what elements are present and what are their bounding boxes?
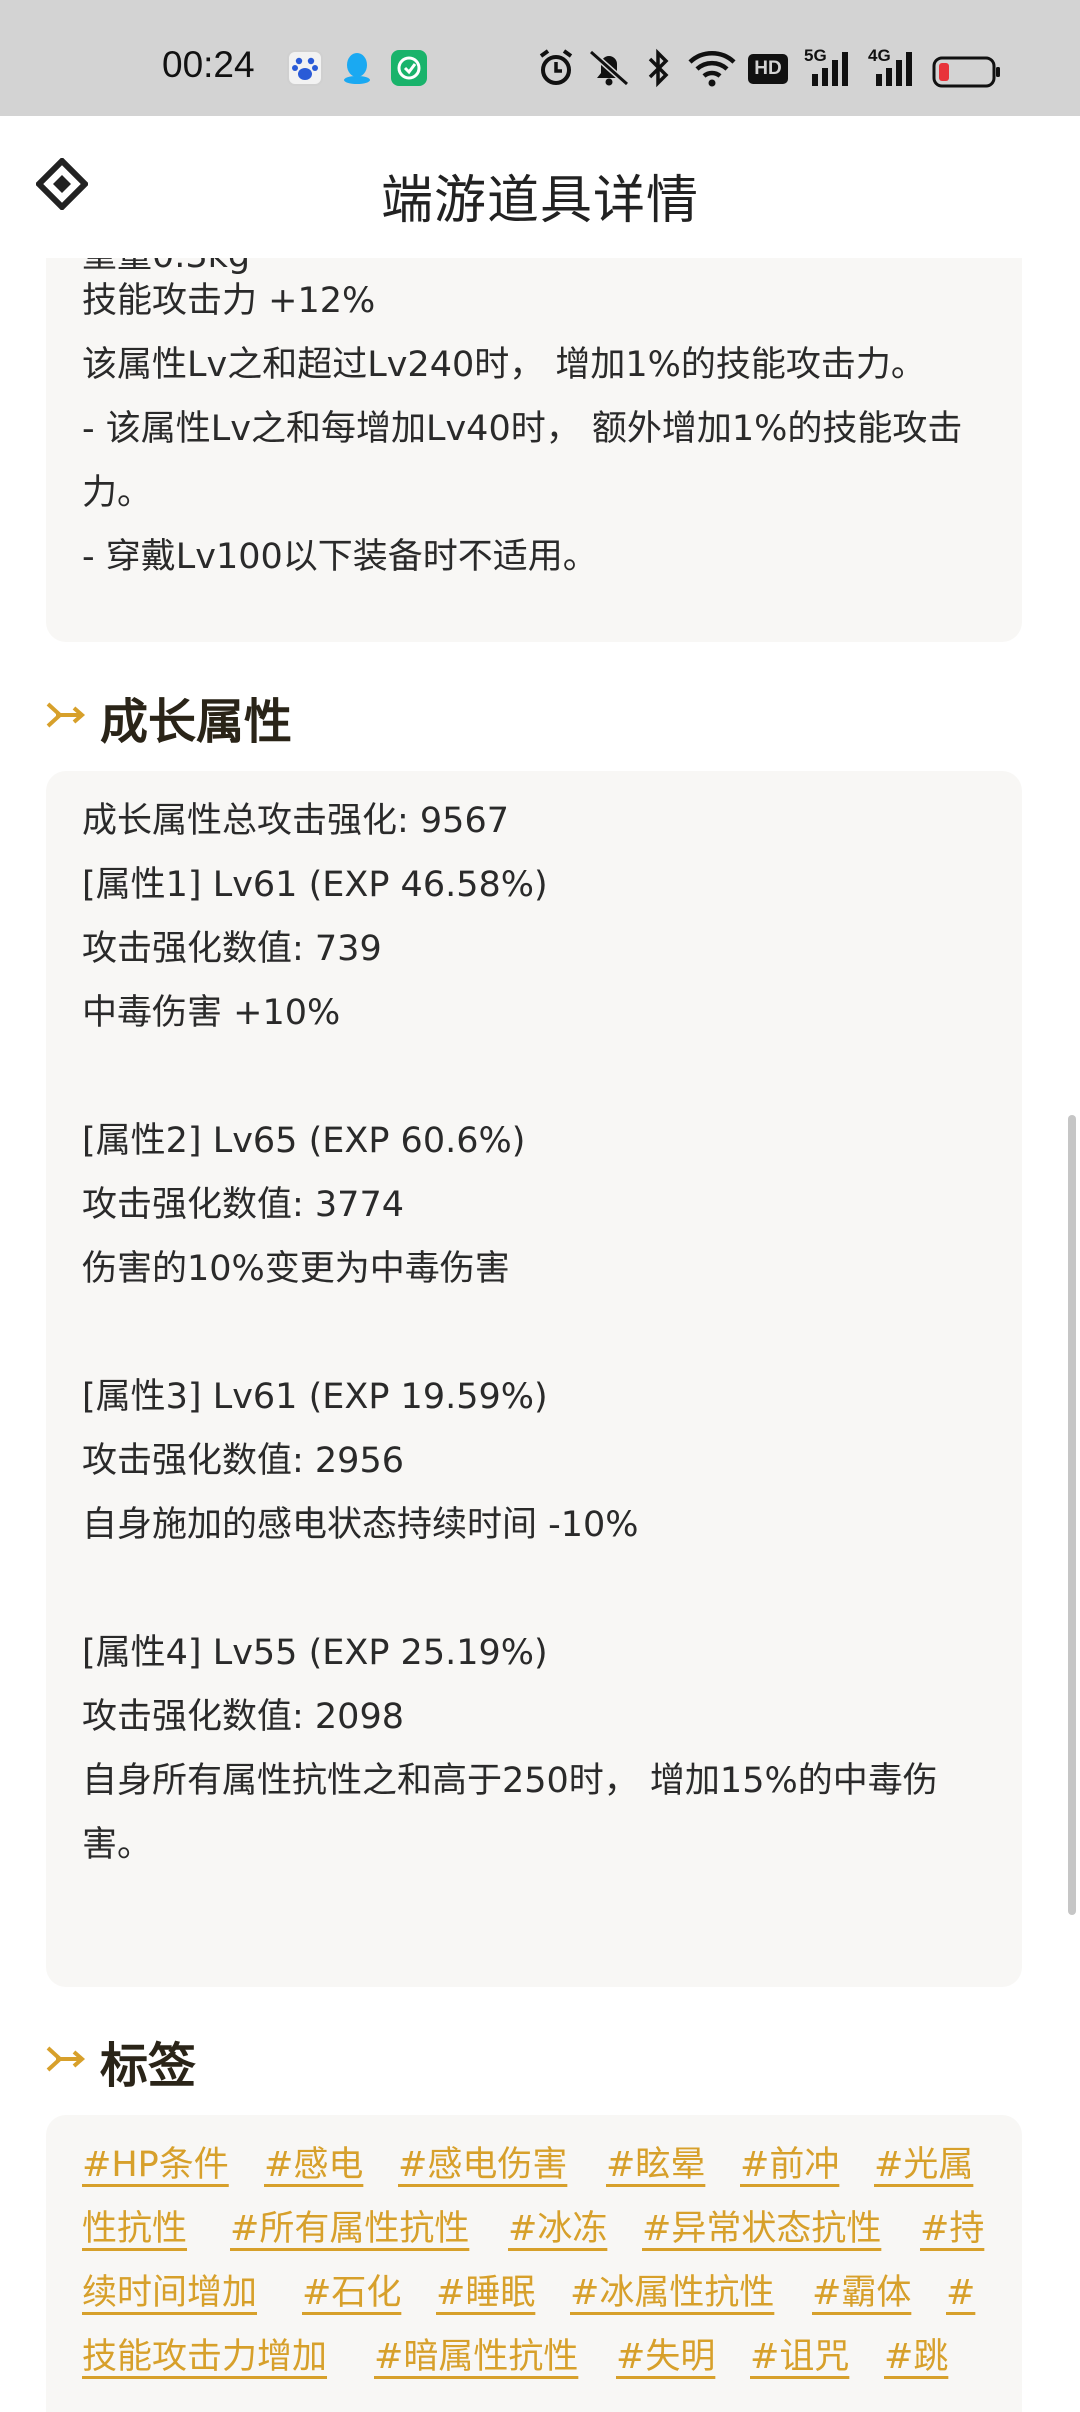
tag-link[interactable]: #冰冻	[508, 2197, 607, 2261]
tag-link[interactable]: #异常状态抗性	[642, 2197, 881, 2261]
growth-section-heading: 成长属性	[46, 682, 446, 750]
skill-line: - 穿戴Lv100以下装备时不适用。	[82, 537, 598, 577]
status-bar: 00:24 HD 5G 4G	[0, 0, 1080, 116]
qq-app-icon	[339, 50, 375, 86]
tag-link[interactable]: #诅咒	[750, 2325, 849, 2389]
detail-content[interactable]: 重量0.3kg 技能攻击力 +12% 该属性Lv之和超过Lv240时， 增加1%…	[0, 258, 1080, 2412]
skill-line: 该属性Lv之和超过Lv240时， 增加1%的技能攻击力。	[82, 345, 926, 385]
tag-link[interactable]: #HP条件	[82, 2133, 229, 2197]
growth-line: 攻击强化数值: 2098	[82, 1697, 404, 1737]
hd-badge-icon: HD	[748, 54, 788, 84]
tag-link[interactable]: #眩晕	[606, 2133, 705, 2197]
green-app-icon	[391, 50, 427, 86]
growth-line: 伤害的10%变更为中毒伤害	[82, 1249, 510, 1289]
tag-link[interactable]: 技能攻击力增加	[82, 2325, 327, 2389]
growth-line: 成长属性总攻击强化: 9567	[82, 801, 509, 841]
arrow-bullet-icon	[46, 702, 86, 728]
growth-line: 自身施加的感电状态持续时间 -10%	[82, 1505, 639, 1545]
signal-5g-icon: 5G	[804, 46, 854, 88]
skill-line: 力。	[82, 473, 153, 513]
growth-line: [属性1] Lv61 (EXP 46.58%)	[82, 865, 548, 905]
skill-line: - 该属性Lv之和每增加Lv40时， 额外增加1%的技能攻击	[82, 409, 963, 449]
tag-link[interactable]: #感电	[264, 2133, 363, 2197]
battery-icon	[932, 56, 1000, 88]
skill-line: 技能攻击力 +12%	[82, 281, 376, 321]
tag-link[interactable]: 性抗性	[82, 2197, 187, 2261]
scrollbar[interactable]	[1068, 1115, 1076, 1915]
mute-icon	[589, 49, 629, 87]
tag-link[interactable]: #跳	[884, 2325, 948, 2389]
growth-line: 攻击强化数值: 2956	[82, 1441, 404, 1481]
growth-line: 中毒伤害 +10%	[82, 993, 341, 1033]
tag-link[interactable]: #感电伤害	[398, 2133, 567, 2197]
tag-link[interactable]: #	[946, 2261, 975, 2325]
growth-line: 攻击强化数值: 3774	[82, 1185, 404, 1225]
tag-link[interactable]: #石化	[302, 2261, 401, 2325]
tags-card: #HP条件 #感电 #感电伤害 #眩晕 #前冲 #光属 性抗性 #所有属性抗性 …	[46, 2115, 1022, 2412]
tag-link[interactable]: #失明	[616, 2325, 715, 2389]
status-time: 00:24	[162, 44, 255, 85]
wifi-icon	[688, 51, 736, 87]
tag-link[interactable]: 续时间增加	[82, 2261, 257, 2325]
tag-link[interactable]: #暗属性抗性	[374, 2325, 578, 2389]
tag-link[interactable]: #光属	[874, 2133, 973, 2197]
baidu-app-icon	[287, 50, 323, 86]
skill-effect-card: 重量0.3kg 技能攻击力 +12% 该属性Lv之和超过Lv240时， 增加1%…	[46, 258, 1022, 642]
growth-attributes-card: 成长属性总攻击强化: 9567 [属性1] Lv61 (EXP 46.58%) …	[46, 771, 1022, 1987]
growth-line: 害。	[82, 1825, 153, 1865]
growth-section-title: 成长属性	[100, 694, 293, 750]
tags-section-title: 标签	[100, 2038, 197, 2094]
tags-section-heading: 标签	[46, 2026, 346, 2094]
growth-line: [属性4] Lv55 (EXP 25.19%)	[82, 1633, 548, 1673]
growth-line: [属性2] Lv65 (EXP 60.6%)	[82, 1121, 526, 1161]
tag-link[interactable]: #冰属性抗性	[570, 2261, 774, 2325]
tag-link[interactable]: #持	[920, 2197, 984, 2261]
arrow-bullet-icon	[46, 2046, 86, 2072]
tag-link[interactable]: #前冲	[740, 2133, 839, 2197]
growth-line: 自身所有属性抗性之和高于250时， 增加15%的中毒伤	[82, 1761, 938, 1801]
tag-link[interactable]: #睡眠	[436, 2261, 535, 2325]
bluetooth-icon	[648, 48, 669, 88]
hd-label: HD	[754, 58, 782, 79]
growth-line: 攻击强化数值: 739	[82, 929, 382, 969]
tag-link[interactable]: #所有属性抗性	[230, 2197, 469, 2261]
alarm-icon	[539, 49, 573, 85]
tag-link[interactable]: #霸体	[812, 2261, 911, 2325]
growth-line: [属性3] Lv61 (EXP 19.59%)	[82, 1377, 548, 1417]
signal-4g-icon: 4G	[868, 46, 918, 88]
page-title: 端游道具详情	[380, 171, 699, 231]
